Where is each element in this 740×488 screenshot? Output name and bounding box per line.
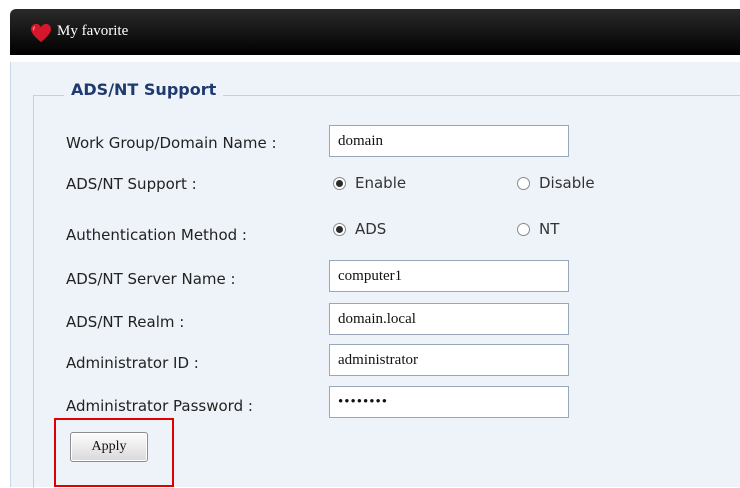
workgroup-label: Work Group/Domain Name : xyxy=(66,134,277,152)
ads-support-enable-radio[interactable]: Enable xyxy=(333,174,406,192)
ads-support-label: ADS/NT Support : xyxy=(66,175,197,193)
heart-icon xyxy=(31,23,51,43)
auth-method-nt-label: NT xyxy=(539,220,560,238)
admin-id-input[interactable] xyxy=(329,344,569,376)
admin-password-input[interactable] xyxy=(329,386,569,418)
auth-method-label: Authentication Method : xyxy=(66,226,247,244)
apply-highlight-box xyxy=(54,418,174,487)
title-bar: My favorite xyxy=(10,9,740,55)
auth-method-ads-radio[interactable]: ADS xyxy=(333,220,386,238)
server-name-label: ADS/NT Server Name : xyxy=(66,270,236,288)
admin-id-label: Administrator ID : xyxy=(66,354,199,372)
radio-selected-icon xyxy=(333,222,346,236)
admin-password-label: Administrator Password : xyxy=(66,397,253,415)
ads-support-enable-label: Enable xyxy=(355,174,407,192)
auth-method-ads-label: ADS xyxy=(355,220,387,238)
auth-method-nt-radio[interactable]: NT xyxy=(517,220,559,238)
workgroup-input[interactable] xyxy=(329,125,569,157)
section-legend: ADS/NT Support xyxy=(64,80,224,99)
page-title: My favorite xyxy=(57,23,129,39)
radio-selected-icon xyxy=(333,176,346,190)
server-name-input[interactable] xyxy=(329,260,569,292)
radio-unselected-icon xyxy=(517,176,530,190)
ads-support-disable-radio[interactable]: Disable xyxy=(517,174,595,192)
realm-input[interactable] xyxy=(329,303,569,335)
realm-label: ADS/NT Realm : xyxy=(66,313,185,331)
ads-support-disable-label: Disable xyxy=(539,174,595,192)
radio-unselected-icon xyxy=(517,222,530,236)
